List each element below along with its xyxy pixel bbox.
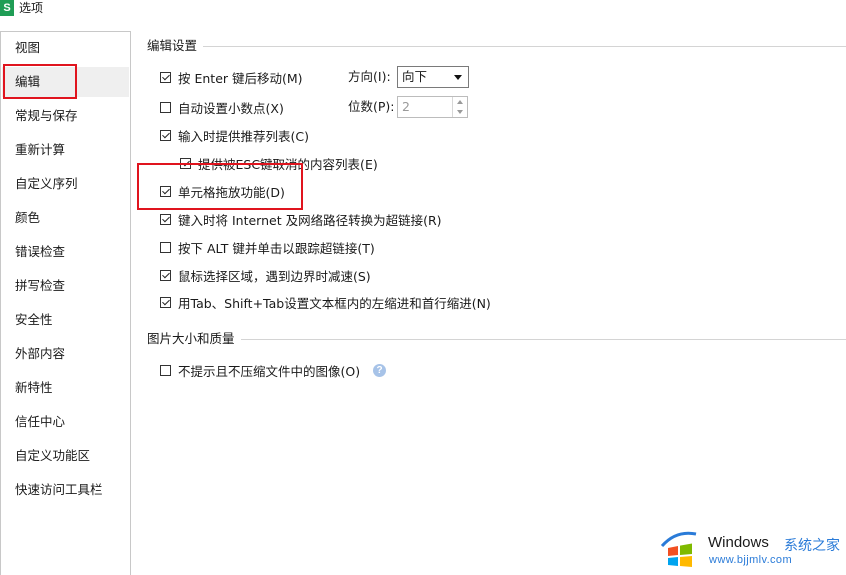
group-header-image-quality: 图片大小和质量 xyxy=(147,331,846,347)
direction-label: 方向(I): xyxy=(348,69,391,84)
sidebar-item-new-features[interactable]: 新特性 xyxy=(2,373,129,403)
help-icon[interactable]: ? xyxy=(373,363,387,377)
option-label: 自动设置小数点(X) xyxy=(178,100,284,116)
sidebar-item-general-save[interactable]: 常规与保存 xyxy=(2,101,129,131)
sidebar-item-external-content[interactable]: 外部内容 xyxy=(2,339,129,369)
sidebar-item-error-check[interactable]: 错误检查 xyxy=(2,237,129,267)
sidebar-item-trust-center[interactable]: 信任中心 xyxy=(2,407,129,437)
checkbox[interactable] xyxy=(160,296,171,308)
decimal-places-value: 2 xyxy=(402,99,410,114)
option-label: 输入时提供推荐列表(C) xyxy=(178,128,309,144)
title-bar: S 选项 xyxy=(0,0,846,22)
sidebar-item-color[interactable]: 颜色 xyxy=(2,203,129,233)
options-sidebar: 视图 编辑 常规与保存 重新计算 自定义序列 颜色 错误检查 拼写检查 安全性 … xyxy=(0,31,131,575)
option-no-compress[interactable]: 不提示且不压缩文件中的图像(O) ? xyxy=(160,360,387,380)
option-tab-indent[interactable]: 用Tab、Shift+Tab设置文本框内的左缩进和首行缩进(N) xyxy=(160,292,491,312)
sidebar-item-custom-lists[interactable]: 自定义序列 xyxy=(2,169,129,199)
option-drag-drop[interactable]: 单元格拖放功能(D) xyxy=(160,181,285,201)
option-hyperlinks[interactable]: 键入时将 Internet 及网络路径转换为超链接(R) xyxy=(160,209,442,229)
option-label: 按 Enter 键后移动(M) xyxy=(178,70,303,86)
option-label: 按下 ALT 键并单击以跟踪超链接(T) xyxy=(178,240,375,256)
checkbox[interactable] xyxy=(160,364,171,376)
watermark-cn: 系统之家 xyxy=(784,538,840,554)
checkbox[interactable] xyxy=(160,129,171,141)
sidebar-item-edit[interactable]: 编辑 xyxy=(2,67,129,97)
checkbox[interactable] xyxy=(180,157,191,169)
decimal-places-label: 位数(P): xyxy=(348,99,395,114)
chevron-down-icon xyxy=(454,75,462,80)
down-arrow-icon xyxy=(457,110,463,114)
option-label: 不提示且不压缩文件中的图像(O) xyxy=(178,363,361,379)
option-label: 键入时将 Internet 及网络路径转换为超链接(R) xyxy=(178,212,442,228)
sidebar-item-spell-check[interactable]: 拼写检查 xyxy=(2,271,129,301)
checkbox[interactable] xyxy=(160,269,171,281)
group-title: 图片大小和质量 xyxy=(147,331,235,346)
option-auto-decimal[interactable]: 自动设置小数点(X) xyxy=(160,97,284,117)
group-header-edit-settings: 编辑设置 xyxy=(147,38,846,54)
sidebar-item-view[interactable]: 视图 xyxy=(2,33,129,63)
sidebar-item-security[interactable]: 安全性 xyxy=(2,305,129,335)
checkbox[interactable] xyxy=(160,71,171,83)
checkbox[interactable] xyxy=(160,185,171,197)
option-esc-list[interactable]: 提供被ESC键取消的内容列表(E) xyxy=(180,153,378,173)
checkbox[interactable] xyxy=(160,213,171,225)
windows-logo-icon xyxy=(660,531,697,567)
option-move-after-enter[interactable]: 按 Enter 键后移动(M) xyxy=(160,67,303,87)
checkbox[interactable] xyxy=(160,241,171,253)
sidebar-item-customize-ribbon[interactable]: 自定义功能区 xyxy=(2,441,129,471)
watermark: Windows 系统之家 www.bjjmlv.com xyxy=(656,520,846,575)
option-label: 鼠标选择区域，遇到边界时减速(S) xyxy=(178,268,371,284)
option-label: 用Tab、Shift+Tab设置文本框内的左缩进和首行缩进(N) xyxy=(178,295,491,311)
sidebar-item-quick-access-toolbar[interactable]: 快速访问工具栏 xyxy=(2,475,129,505)
spreadsheet-app-icon: S xyxy=(0,0,14,16)
option-label: 提供被ESC键取消的内容列表(E) xyxy=(198,156,378,172)
direction-select[interactable]: 向下 xyxy=(397,66,469,88)
window-title: 选项 xyxy=(19,1,44,15)
group-title: 编辑设置 xyxy=(147,38,198,53)
option-label: 单元格拖放功能(D) xyxy=(178,184,285,200)
stepper-buttons[interactable] xyxy=(452,97,467,117)
watermark-url: www.bjjmlv.com xyxy=(709,554,793,566)
option-slow-scroll[interactable]: 鼠标选择区域，遇到边界时减速(S) xyxy=(160,265,371,285)
group-divider xyxy=(240,338,846,340)
up-arrow-icon xyxy=(457,100,463,104)
stepper-up-button[interactable] xyxy=(453,97,467,107)
option-alt-click[interactable]: 按下 ALT 键并单击以跟踪超链接(T) xyxy=(160,237,375,257)
decimal-places-stepper[interactable]: 2 xyxy=(397,96,468,118)
group-divider xyxy=(203,45,846,47)
sidebar-item-recalculate[interactable]: 重新计算 xyxy=(2,135,129,165)
checkbox[interactable] xyxy=(160,101,171,113)
watermark-brand: Windows xyxy=(708,534,769,551)
direction-value: 向下 xyxy=(402,69,428,84)
stepper-down-button[interactable] xyxy=(453,107,467,117)
option-autocomplete[interactable]: 输入时提供推荐列表(C) xyxy=(160,125,309,145)
